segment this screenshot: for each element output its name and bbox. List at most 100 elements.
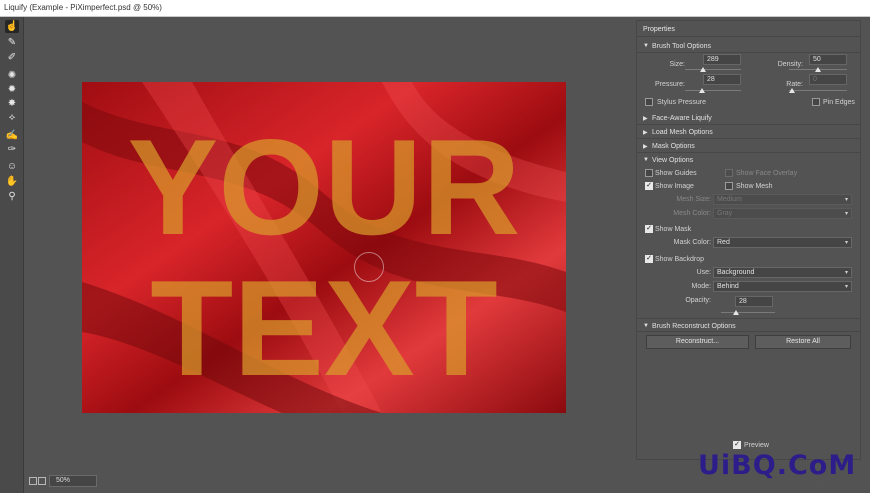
chevron-down-icon: ▾ — [844, 197, 848, 203]
pressure-slider[interactable] — [685, 88, 741, 93]
opacity-input[interactable]: 28 — [735, 296, 773, 307]
mask-color-select[interactable]: Red ▾ — [713, 237, 852, 248]
collapsed-triangle-icon: ▶ — [643, 144, 648, 150]
zoom-in-button[interactable] — [38, 477, 46, 485]
tools-panel: ☝ ✎ ✐ ✺ ✹ ✸ ⟡ ✍ ✑ ☺ ✋ ⚲ — [0, 17, 24, 493]
rate-slider[interactable] — [789, 88, 847, 93]
stylus-pressure-checkbox[interactable] — [645, 98, 653, 106]
fabric-image: YOUR TEXT — [82, 82, 566, 413]
stylus-pressure-label: Stylus Pressure — [657, 99, 707, 106]
face-tool-icon[interactable]: ☺ — [5, 160, 19, 173]
section-brush-tool-options[interactable]: ▼ Brush Tool Options — [637, 39, 860, 53]
smooth-icon[interactable]: ✐ — [5, 51, 19, 64]
show-mesh-checkbox[interactable] — [725, 182, 733, 190]
slider-thumb[interactable] — [700, 67, 706, 72]
watermark-url: www.psahz.com — [788, 479, 846, 488]
density-input[interactable]: 50 — [809, 54, 847, 65]
section-load-mesh-options[interactable]: ▶ Load Mesh Options — [637, 125, 860, 139]
chevron-down-icon: ▾ — [844, 284, 848, 290]
slider-thumb[interactable] — [789, 88, 795, 93]
density-label: Density: — [777, 61, 803, 68]
status-bar: 50% — [25, 470, 632, 493]
rate-input[interactable]: 0 — [809, 74, 847, 85]
show-image-checkbox[interactable]: ✓ — [645, 182, 653, 190]
show-guides-label: Show Guides — [655, 170, 697, 177]
size-input[interactable]: 289 — [703, 54, 741, 65]
zoom-icon[interactable]: ⚲ — [5, 190, 19, 203]
preview-checkbox[interactable]: ✓ — [733, 441, 741, 449]
show-backdrop-checkbox[interactable]: ✓ — [645, 255, 653, 263]
show-backdrop-label: Show Backdrop — [655, 256, 705, 263]
twirl-icon[interactable]: ✺ — [5, 69, 19, 82]
chevron-down-icon: ▾ — [844, 270, 848, 276]
reconstruct-icon[interactable]: ✎ — [5, 36, 19, 49]
thaw-mask-icon[interactable]: ✑ — [5, 143, 19, 156]
pressure-input[interactable]: 28 — [703, 74, 741, 85]
window-title: Liquify (Example - PiXimperfect.psd @ 50… — [4, 3, 162, 12]
pin-edges-checkbox[interactable] — [812, 98, 820, 106]
brush-cursor — [354, 252, 384, 282]
panel-title: Properties — [643, 26, 675, 33]
title-bar: Liquify (Example - PiXimperfect.psd @ 50… — [0, 0, 870, 17]
section-label: Load Mesh Options — [652, 129, 713, 136]
density-slider[interactable] — [789, 67, 847, 72]
section-face-aware-liquify[interactable]: ▶ Face-Aware Liquify — [637, 111, 860, 125]
mesh-color-label: Mesh Color: — [673, 210, 711, 217]
mesh-size-label: Mesh Size: — [676, 196, 711, 203]
pressure-label: Pressure: — [655, 81, 685, 88]
select-value: Gray — [717, 210, 733, 217]
mask-color-label: Mask Color: — [673, 239, 711, 246]
watermark: UiBQ.CoM www.psahz.com — [696, 449, 866, 489]
size-label: Size: — [669, 61, 685, 68]
select-value: Red — [717, 239, 730, 246]
section-label: Brush Reconstruct Options — [652, 323, 736, 330]
size-slider[interactable] — [685, 67, 741, 72]
opacity-label: Opacity: — [685, 297, 711, 304]
preview-label: Preview — [744, 442, 769, 449]
expanded-triangle-icon: ▼ — [643, 43, 649, 49]
backdrop-use-select[interactable]: Background ▾ — [713, 267, 852, 278]
hand-icon[interactable]: ✋ — [5, 175, 19, 188]
show-guides-checkbox[interactable] — [645, 169, 653, 177]
push-left-icon[interactable]: ⟡ — [5, 111, 19, 124]
forward-warp-icon[interactable]: ☝ — [5, 20, 19, 33]
slider-thumb[interactable] — [733, 310, 739, 315]
show-mesh-label: Show Mesh — [736, 183, 773, 190]
bloat-icon[interactable]: ✸ — [5, 97, 19, 110]
expanded-triangle-icon: ▼ — [643, 157, 649, 163]
mesh-color-select[interactable]: Gray ▾ — [713, 208, 852, 219]
slider-thumb[interactable] — [699, 88, 705, 93]
freeze-mask-icon[interactable]: ✍ — [5, 129, 19, 142]
backdrop-mode-select[interactable]: Behind ▾ — [713, 281, 852, 292]
show-face-overlay-checkbox[interactable] — [725, 169, 733, 177]
reconstruct-button[interactable]: Reconstruct... — [646, 335, 749, 349]
section-label: View Options — [652, 157, 694, 164]
section-mask-options[interactable]: ▶ Mask Options — [637, 139, 860, 153]
pucker-icon[interactable]: ✹ — [5, 83, 19, 96]
expanded-triangle-icon: ▼ — [643, 323, 649, 329]
section-label: Mask Options — [652, 143, 695, 150]
zoom-level-field[interactable]: 50% — [49, 475, 97, 487]
zoom-out-button[interactable] — [29, 477, 37, 485]
show-mask-checkbox[interactable]: ✓ — [645, 225, 653, 233]
pin-edges-label: Pin Edges — [823, 99, 855, 106]
collapsed-triangle-icon: ▶ — [643, 116, 648, 122]
section-brush-reconstruct-options[interactable]: ▼ Brush Reconstruct Options — [637, 318, 860, 332]
image-preview[interactable]: YOUR TEXT — [82, 82, 566, 413]
section-view-options[interactable]: ▼ View Options — [637, 153, 860, 167]
show-image-label: Show Image — [655, 183, 694, 190]
collapsed-triangle-icon: ▶ — [643, 130, 648, 136]
panel-header: Properties — [637, 21, 860, 37]
slider-thumb[interactable] — [815, 67, 821, 72]
watermark-main: UiBQ.CoM — [698, 450, 857, 481]
section-label: Face-Aware Liquify — [652, 115, 712, 122]
restore-all-button[interactable]: Restore All — [755, 335, 851, 349]
canvas-area[interactable]: YOUR TEXT — [25, 17, 632, 470]
chevron-down-icon: ▾ — [844, 240, 848, 246]
mode-label: Mode: — [691, 283, 711, 290]
opacity-slider[interactable] — [721, 310, 775, 315]
chevron-down-icon: ▾ — [844, 211, 848, 217]
section-label: Brush Tool Options — [652, 43, 712, 50]
select-value: Medium — [717, 196, 742, 203]
mesh-size-select[interactable]: Medium ▾ — [713, 194, 852, 205]
